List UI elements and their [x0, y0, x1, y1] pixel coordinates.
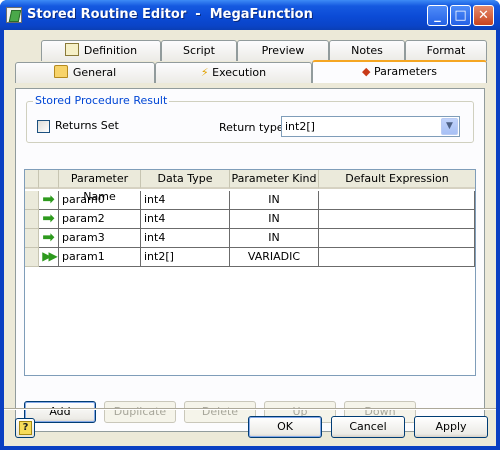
help-button[interactable]: ? — [15, 418, 35, 438]
returns-set-checkbox[interactable] — [37, 120, 50, 133]
param-name-cell[interactable]: param2 — [59, 210, 141, 229]
lightning-icon: ⚡ — [200, 66, 209, 79]
tab-label: Execution — [212, 66, 267, 79]
return-type-value: int2[] — [285, 120, 315, 133]
tab-label: Parameters — [374, 65, 437, 78]
ok-button[interactable]: OK — [248, 416, 322, 438]
title-bar[interactable]: Stored Routine Editor - MegaFunction _ □… — [0, 0, 500, 30]
data-type-cell[interactable]: int2[] — [141, 248, 230, 267]
tab-script[interactable]: Script — [161, 40, 237, 61]
in-arrow-icon: ➡ — [39, 191, 59, 210]
return-type-label: Return type — [219, 121, 284, 134]
default-expression-cell[interactable] — [319, 191, 475, 210]
stored-procedure-result-group: Stored Procedure Result Returns Set Retu… — [26, 94, 474, 143]
tab-definition[interactable]: Definition — [41, 40, 161, 61]
footer-separator — [4, 408, 496, 410]
tab-label: Notes — [351, 44, 383, 57]
parameters-icon: ◆ — [362, 65, 371, 78]
tab-label: General — [72, 66, 117, 79]
close-button[interactable]: ✕ — [473, 5, 494, 26]
parameters-grid: Parameter Name Data Type Parameter Kind … — [24, 169, 476, 376]
tab-notes[interactable]: Notes — [329, 40, 405, 61]
app-icon — [6, 7, 22, 23]
cancel-button[interactable]: Cancel — [331, 416, 405, 438]
parameter-kind-cell[interactable]: IN — [230, 229, 319, 248]
tab-label: Definition — [83, 44, 138, 57]
param-name-cell[interactable]: param1 — [59, 248, 141, 267]
column-header-parameter-kind[interactable]: Parameter Kind — [230, 170, 319, 189]
table-row[interactable]: ▶▶ param1 int2[] VARIADIC — [25, 248, 475, 267]
tab-format[interactable]: Format — [405, 40, 487, 61]
column-header-data-type[interactable]: Data Type — [141, 170, 230, 189]
dialog-client: Definition Script Preview Notes Format G… — [4, 30, 496, 446]
in-arrow-icon: ➡ — [39, 210, 59, 229]
window-title: Stored Routine Editor - MegaFunction — [27, 7, 313, 22]
tab-execution[interactable]: ⚡ Execution — [155, 62, 312, 83]
data-type-cell[interactable]: int4 — [141, 229, 230, 248]
group-title: Stored Procedure Result — [33, 94, 170, 107]
table-row[interactable]: ➡ param3 int4 IN — [25, 229, 475, 248]
tab-parameters[interactable]: ◆ Parameters — [312, 60, 487, 83]
default-expression-cell[interactable] — [319, 210, 475, 229]
chevron-down-icon[interactable]: ▼ — [441, 118, 458, 135]
duplicate-button[interactable]: Duplicate — [104, 401, 176, 423]
return-type-select[interactable]: int2[] ▼ — [281, 116, 460, 137]
parameter-kind-cell[interactable]: VARIADIC — [230, 248, 319, 267]
returns-set-label[interactable]: Returns Set — [55, 119, 119, 132]
data-type-cell[interactable]: int4 — [141, 191, 230, 210]
parameter-kind-cell[interactable]: IN — [230, 191, 319, 210]
row-header[interactable] — [25, 191, 39, 210]
column-header-parameter-name[interactable]: Parameter Name — [59, 170, 141, 203]
variadic-arrow-icon: ▶▶ — [39, 248, 59, 267]
stored-routine-editor-window: Stored Routine Editor - MegaFunction _ □… — [0, 0, 500, 450]
maximize-button[interactable]: □ — [450, 5, 471, 26]
tab-label: Format — [426, 44, 466, 57]
row-header-corner — [25, 170, 39, 189]
definition-icon — [64, 43, 79, 56]
tab-general[interactable]: General — [15, 62, 155, 83]
row-header[interactable] — [25, 210, 39, 229]
tab-label: Preview — [261, 44, 305, 57]
parameter-kind-cell[interactable]: IN — [230, 210, 319, 229]
default-expression-cell[interactable] — [319, 248, 475, 267]
minimize-button[interactable]: _ — [427, 5, 448, 26]
row-header[interactable] — [25, 248, 39, 267]
folder-icon — [53, 65, 68, 78]
data-type-cell[interactable]: int4 — [141, 210, 230, 229]
default-expression-cell[interactable] — [319, 229, 475, 248]
table-row[interactable]: ➡ param0 int4 IN — [25, 191, 475, 210]
column-header-default-expression[interactable]: Default Expression — [319, 170, 475, 189]
parameters-panel: Stored Procedure Result Returns Set Retu… — [15, 88, 485, 432]
help-icon: ? — [19, 421, 32, 435]
param-name-cell[interactable]: param0 — [59, 191, 141, 210]
param-name-cell[interactable]: param3 — [59, 229, 141, 248]
row-header[interactable] — [25, 229, 39, 248]
delete-button[interactable]: Delete — [184, 401, 256, 423]
tab-label: Script — [183, 44, 215, 57]
apply-button[interactable]: Apply — [414, 416, 488, 438]
icon-column-header — [39, 170, 59, 189]
tab-preview[interactable]: Preview — [237, 40, 329, 61]
table-row[interactable]: ➡ param2 int4 IN — [25, 210, 475, 229]
in-arrow-icon: ➡ — [39, 229, 59, 248]
